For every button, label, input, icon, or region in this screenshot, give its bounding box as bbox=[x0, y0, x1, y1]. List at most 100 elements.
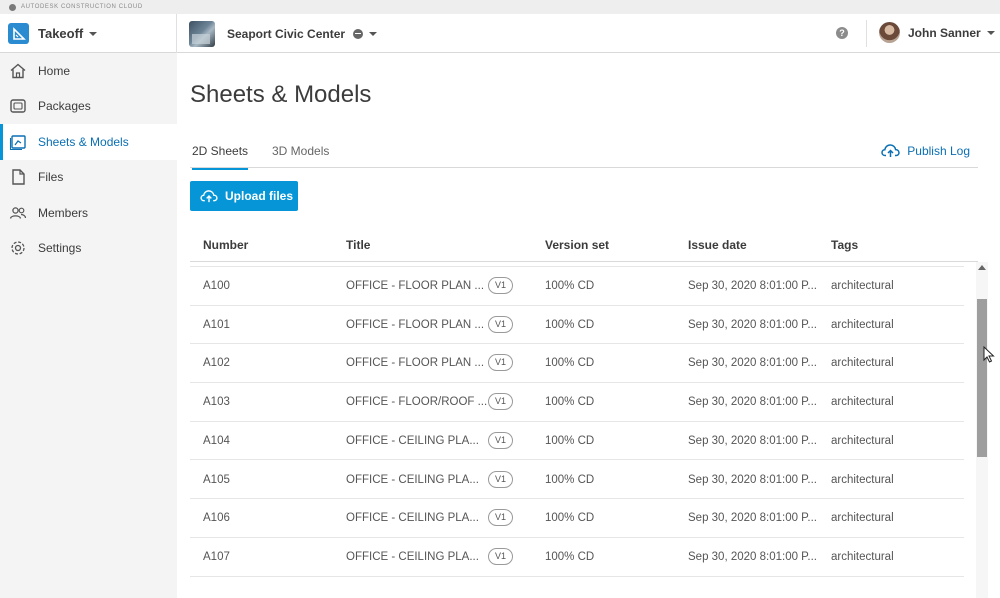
version-badge[interactable]: V1 bbox=[488, 470, 513, 488]
help-icon[interactable]: ? bbox=[836, 27, 848, 39]
cell-tags: architectural bbox=[831, 318, 894, 331]
upload-files-button[interactable]: Upload files bbox=[190, 181, 298, 211]
table-row[interactable]: A104 OFFICE - CEILING PLA... V1 100% CD … bbox=[190, 422, 964, 461]
cell-issue-date: Sep 30, 2020 8:01:00 P... bbox=[688, 357, 817, 370]
cell-version-set: 100% CD bbox=[545, 396, 595, 409]
sidebar-item-label: Packages bbox=[38, 99, 91, 114]
column-header-title[interactable]: Title bbox=[346, 238, 370, 252]
cloud-upload-icon bbox=[881, 144, 901, 157]
cell-title: OFFICE - FLOOR PLAN ... bbox=[346, 280, 485, 292]
sheets-icon bbox=[9, 133, 27, 151]
cell-version-set: 100% CD bbox=[545, 550, 595, 563]
table-row[interactable]: A103 OFFICE - FLOOR/ROOF ... V1 100% CD … bbox=[190, 383, 964, 422]
cell-tags: architectural bbox=[831, 434, 894, 447]
cell-title: OFFICE - FLOOR PLAN ... bbox=[346, 318, 485, 331]
mouse-cursor-icon bbox=[983, 346, 995, 363]
cell-title: OFFICE - CEILING PLA... bbox=[346, 473, 479, 486]
column-header-number[interactable]: Number bbox=[203, 238, 248, 252]
cell-number: A101 bbox=[203, 318, 230, 331]
table-row[interactable]: A100 OFFICE - FLOOR PLAN ... V1 100% CD … bbox=[190, 267, 964, 306]
cell-tags: architectural bbox=[831, 396, 894, 409]
publish-log-link[interactable]: Publish Log bbox=[881, 143, 970, 158]
chevron-down-icon bbox=[89, 31, 98, 36]
table-body: A100 OFFICE - FLOOR PLAN ... V1 100% CD … bbox=[190, 263, 964, 598]
table-row[interactable]: A102 OFFICE - FLOOR PLAN ... V1 100% CD … bbox=[190, 344, 964, 384]
cell-title: OFFICE - FLOOR PLAN ... bbox=[346, 357, 485, 370]
members-icon bbox=[9, 204, 27, 222]
chevron-down-icon bbox=[369, 31, 378, 36]
sidebar: Home Packages Sheets & Models Files Memb… bbox=[0, 53, 177, 598]
cell-number: A105 bbox=[203, 473, 230, 486]
top-header: Takeoff Seaport Civic Center ? John Sann… bbox=[0, 14, 1000, 53]
sidebar-item-files[interactable]: Files bbox=[0, 160, 177, 196]
chevron-down-icon bbox=[986, 30, 995, 35]
sidebar-item-label: Files bbox=[38, 170, 64, 185]
app-switcher[interactable]: Takeoff bbox=[0, 14, 177, 53]
table-row[interactable]: A101 OFFICE - FLOOR PLAN ... V1 100% CD … bbox=[190, 306, 964, 345]
user-menu[interactable]: John Sanner bbox=[879, 22, 995, 43]
version-badge[interactable]: V1 bbox=[488, 431, 513, 449]
cell-issue-date: Sep 30, 2020 8:01:00 P... bbox=[688, 434, 817, 447]
sidebar-item-label: Members bbox=[38, 205, 89, 220]
avatar bbox=[879, 22, 900, 43]
sidebar-item-settings[interactable]: Settings bbox=[0, 231, 177, 267]
cell-tags: architectural bbox=[831, 357, 894, 370]
page-title: Sheets & Models bbox=[190, 81, 372, 108]
publish-log-label: Publish Log bbox=[907, 143, 970, 158]
cell-version-set: 100% CD bbox=[545, 318, 595, 331]
cell-number: A106 bbox=[203, 512, 230, 525]
cell-tags: architectural bbox=[831, 512, 894, 525]
user-name: John Sanner bbox=[908, 25, 981, 40]
column-header-version-set[interactable]: Version set bbox=[545, 238, 609, 252]
cell-title: OFFICE - CEILING PLA... bbox=[346, 512, 479, 525]
sidebar-item-home[interactable]: Home bbox=[0, 53, 177, 89]
cell-tags: architectural bbox=[831, 280, 894, 292]
table-row[interactable]: A105 OFFICE - CEILING PLA... V1 100% CD … bbox=[190, 461, 964, 500]
cell-issue-date: Sep 30, 2020 8:01:00 P... bbox=[688, 280, 817, 292]
column-header-tags[interactable]: Tags bbox=[831, 238, 858, 252]
upload-files-label: Upload files bbox=[225, 189, 294, 203]
cell-version-set: 100% CD bbox=[545, 473, 595, 486]
cell-version-set: 100% CD bbox=[545, 434, 595, 447]
packages-icon bbox=[9, 97, 27, 115]
file-icon bbox=[9, 168, 27, 186]
brand-text: AUTODESK CONSTRUCTION CLOUD bbox=[21, 4, 143, 10]
project-name: Seaport Civic Center bbox=[227, 26, 346, 41]
version-badge[interactable]: V1 bbox=[488, 509, 513, 527]
sidebar-item-members[interactable]: Members bbox=[0, 195, 177, 231]
table-row[interactable]: A107 OFFICE - CEILING PLA... V1 100% CD … bbox=[190, 538, 964, 577]
table-scrollbar[interactable] bbox=[976, 262, 988, 598]
cell-number: A107 bbox=[203, 550, 230, 563]
sidebar-item-packages[interactable]: Packages bbox=[0, 89, 177, 125]
version-badge[interactable]: V1 bbox=[488, 277, 513, 294]
cell-version-set: 100% CD bbox=[545, 280, 595, 292]
app-name: Takeoff bbox=[38, 26, 84, 41]
column-header-issue-date[interactable]: Issue date bbox=[688, 238, 747, 252]
cell-issue-date: Sep 30, 2020 8:01:00 P... bbox=[688, 396, 817, 409]
scroll-thumb[interactable] bbox=[977, 299, 987, 457]
cell-issue-date: Sep 30, 2020 8:01:00 P... bbox=[688, 473, 817, 486]
project-selector[interactable]: Seaport Civic Center bbox=[189, 20, 378, 47]
autodesk-logo-icon bbox=[9, 3, 16, 11]
home-icon bbox=[9, 62, 27, 80]
version-badge[interactable]: V1 bbox=[488, 354, 513, 372]
sidebar-item-label: Home bbox=[38, 63, 71, 78]
takeoff-app-icon bbox=[8, 23, 29, 44]
version-badge[interactable]: V1 bbox=[488, 547, 513, 565]
table-header: Number Title Version set Issue date Tags bbox=[190, 228, 978, 262]
cell-number: A103 bbox=[203, 396, 230, 409]
cloud-upload-icon bbox=[200, 190, 218, 203]
globe-icon bbox=[353, 28, 364, 39]
cell-tags: architectural bbox=[831, 550, 894, 563]
scroll-up-icon[interactable] bbox=[978, 265, 986, 270]
cell-title: OFFICE - FLOOR/ROOF ... bbox=[346, 396, 488, 409]
table-row[interactable]: A106 OFFICE - CEILING PLA... V1 100% CD … bbox=[190, 499, 964, 538]
sidebar-item-sheets-models[interactable]: Sheets & Models bbox=[0, 124, 177, 160]
main-content: Sheets & Models 2D Sheets 3D Models Publ… bbox=[177, 53, 1000, 598]
version-badge[interactable]: V1 bbox=[488, 393, 513, 411]
tab-3d-models[interactable]: 3D Models bbox=[272, 144, 329, 158]
tab-2d-sheets[interactable]: 2D Sheets bbox=[192, 144, 249, 170]
cell-title: OFFICE - CEILING PLA... bbox=[346, 434, 479, 447]
brand-bar: AUTODESK CONSTRUCTION CLOUD bbox=[0, 0, 1000, 14]
version-badge[interactable]: V1 bbox=[488, 315, 513, 333]
